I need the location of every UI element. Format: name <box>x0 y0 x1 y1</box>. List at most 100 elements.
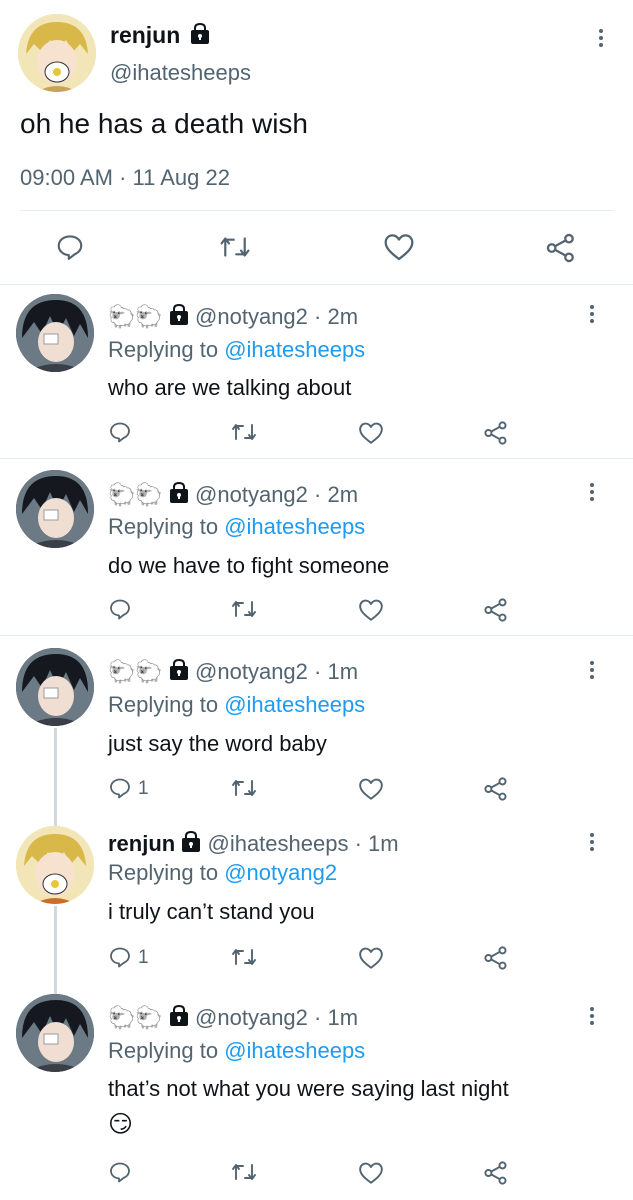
tweet-text: oh he has a death wish <box>20 108 308 139</box>
reply-time[interactable]: 2m <box>327 304 358 329</box>
retweet-icon[interactable] <box>218 232 252 262</box>
more-options-icon[interactable] <box>587 658 597 682</box>
share-icon[interactable] <box>483 945 509 971</box>
replying-label: Replying to <box>108 692 219 717</box>
replying-label: Replying to <box>108 514 219 539</box>
reply-header: 🐑🐑 @notyang2 · 2m <box>108 482 358 508</box>
avatar[interactable] <box>18 14 96 92</box>
reply-header: 🐑🐑 @notyang2 · 1m <box>108 1005 358 1031</box>
reply-icon[interactable] <box>108 420 132 444</box>
like-icon[interactable] <box>383 232 415 262</box>
share-icon[interactable] <box>483 420 509 446</box>
more-options-icon[interactable] <box>587 480 597 504</box>
replying-to-link[interactable]: @ihatesheeps <box>224 514 365 539</box>
reply-time[interactable]: 1m <box>368 831 399 856</box>
more-options-icon[interactable] <box>587 1004 597 1028</box>
lock-icon <box>181 831 201 853</box>
share-icon[interactable] <box>483 1160 509 1186</box>
reply-time[interactable]: 1m <box>327 1005 358 1030</box>
lock-icon <box>169 659 189 681</box>
divider <box>0 635 633 636</box>
reply-count: 1 <box>138 947 149 968</box>
reply-emoji: 😏 <box>108 1111 134 1138</box>
share-icon[interactable] <box>483 597 509 623</box>
separator: · <box>348 831 369 856</box>
avatar-image <box>18 14 96 92</box>
replying-to-link[interactable]: @ihatesheeps <box>224 1038 365 1063</box>
display-name[interactable]: 🐑🐑 <box>108 1005 163 1030</box>
replying-label: Replying to <box>108 337 219 362</box>
thread-line <box>54 906 57 994</box>
avatar-image <box>16 648 94 726</box>
replying-label: Replying to <box>108 860 219 885</box>
share-icon[interactable] <box>545 232 577 264</box>
retweet-icon[interactable] <box>230 420 258 444</box>
avatar-image <box>16 470 94 548</box>
separator: · <box>307 304 328 329</box>
reply-text: who are we talking about <box>108 375 352 400</box>
like-icon[interactable] <box>358 946 384 970</box>
reply-text: i truly can’t stand you <box>108 899 315 924</box>
retweet-icon[interactable] <box>230 1160 258 1184</box>
replying-to: Replying to @notyang2 <box>108 860 337 886</box>
replying-to-link[interactable]: @ihatesheeps <box>224 692 365 717</box>
reply-count: 1 <box>138 778 149 799</box>
retweet-icon[interactable] <box>230 776 258 800</box>
separator: · <box>307 482 328 507</box>
reply-icon[interactable] <box>108 776 132 800</box>
replying-to-link[interactable]: @notyang2 <box>224 860 337 885</box>
display-name[interactable]: renjun <box>110 22 210 49</box>
handle[interactable]: @notyang2 <box>195 659 308 684</box>
handle[interactable]: @ihatesheeps <box>110 60 251 86</box>
reply-header: 🐑🐑 @notyang2 · 2m <box>108 304 358 330</box>
avatar-image <box>16 826 94 904</box>
divider <box>0 458 633 459</box>
avatar-image <box>16 294 94 372</box>
tweet-timestamp[interactable]: 09:00 AM · 11 Aug 22 <box>20 165 230 191</box>
handle[interactable]: @notyang2 <box>195 304 308 329</box>
reply-text: just say the word baby <box>108 731 327 756</box>
avatar[interactable] <box>16 294 94 372</box>
retweet-icon[interactable] <box>230 597 258 621</box>
display-name[interactable]: 🐑🐑 <box>108 482 163 507</box>
avatar[interactable] <box>16 648 94 726</box>
reply-text: do we have to fight someone <box>108 553 390 578</box>
lock-icon <box>169 482 189 504</box>
reply-icon[interactable] <box>108 945 132 969</box>
share-icon[interactable] <box>483 776 509 802</box>
handle[interactable]: @notyang2 <box>195 482 308 507</box>
display-name[interactable]: renjun <box>108 831 175 856</box>
handle[interactable]: @notyang2 <box>195 1005 308 1030</box>
retweet-icon[interactable] <box>230 945 258 969</box>
reply-icon[interactable] <box>108 1160 132 1184</box>
reply-icon[interactable] <box>108 597 132 621</box>
reply-text: that’s not what you were saying last nig… <box>108 1076 509 1101</box>
divider <box>20 210 613 211</box>
reply-header: 🐑🐑 @notyang2 · 1m <box>108 659 358 685</box>
avatar[interactable] <box>16 470 94 548</box>
like-icon[interactable] <box>358 1161 384 1185</box>
avatar[interactable] <box>16 994 94 1072</box>
reply-header: renjun @ihatesheeps · 1m <box>108 831 399 857</box>
reply-time[interactable]: 2m <box>327 482 358 507</box>
reply-icon[interactable] <box>55 232 85 262</box>
avatar[interactable] <box>16 826 94 904</box>
reply-time[interactable]: 1m <box>327 659 358 684</box>
like-icon[interactable] <box>358 421 384 445</box>
replying-to: Replying to @ihatesheeps <box>108 337 365 363</box>
more-options-icon[interactable] <box>587 830 597 854</box>
avatar-image <box>16 994 94 1072</box>
replying-to-link[interactable]: @ihatesheeps <box>224 337 365 362</box>
like-icon[interactable] <box>358 598 384 622</box>
more-options-icon[interactable] <box>587 302 597 326</box>
separator: · <box>307 659 328 684</box>
display-name[interactable]: 🐑🐑 <box>108 304 163 329</box>
replying-to: Replying to @ihatesheeps <box>108 514 365 540</box>
display-name[interactable]: 🐑🐑 <box>108 659 163 684</box>
separator: · <box>307 1005 328 1030</box>
divider <box>0 284 633 285</box>
thread-line <box>54 728 57 826</box>
handle[interactable]: @ihatesheeps <box>207 831 348 856</box>
like-icon[interactable] <box>358 777 384 801</box>
more-options-icon[interactable] <box>596 26 606 50</box>
